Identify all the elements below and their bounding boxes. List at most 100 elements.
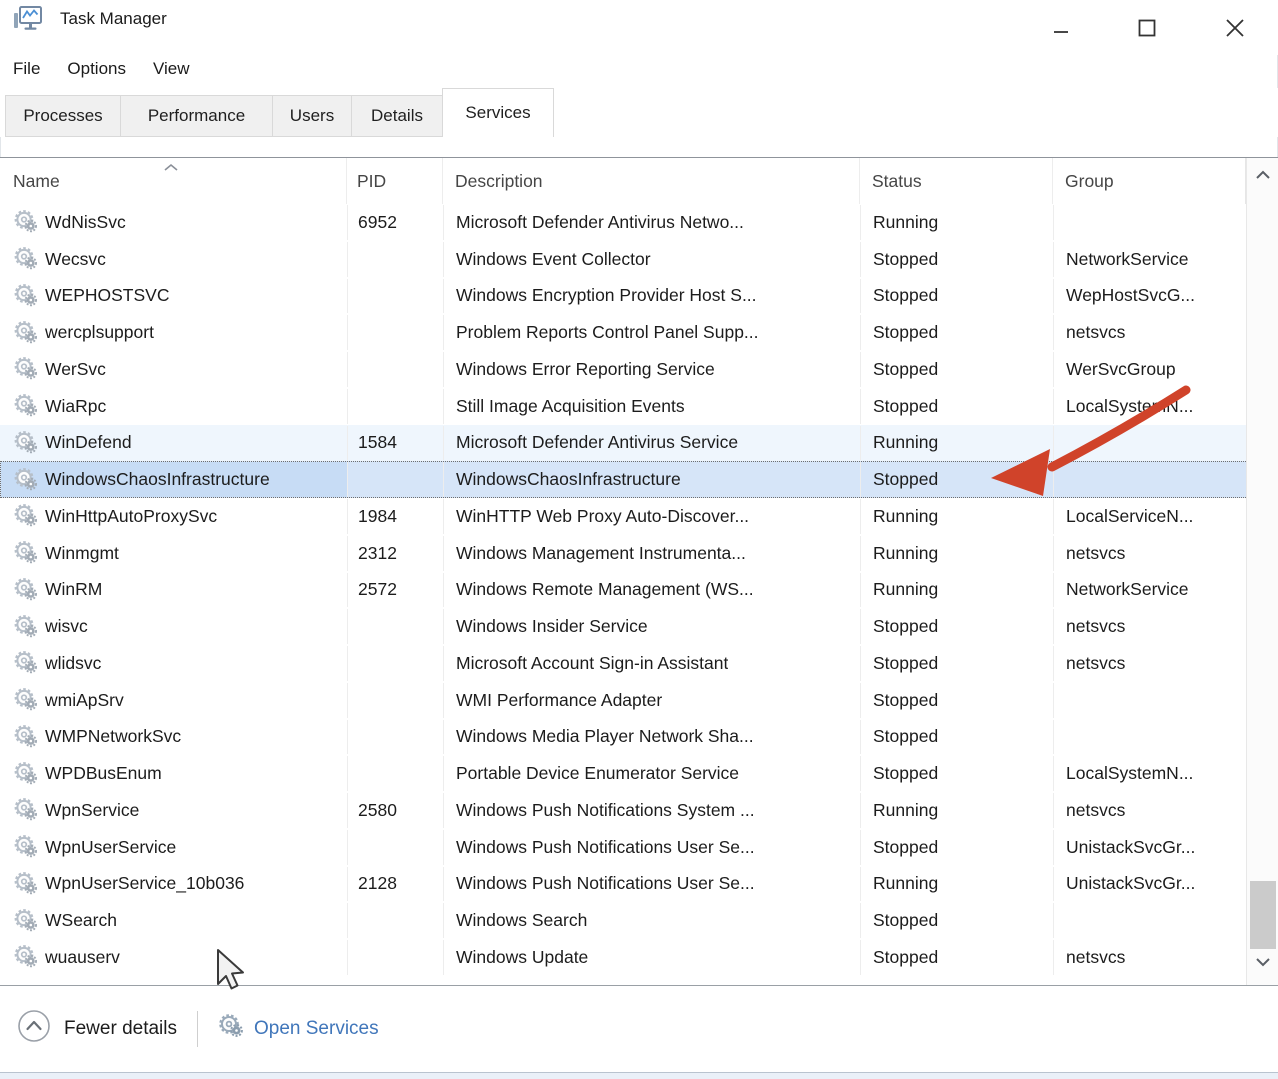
table-row[interactable]: wlidsvc Microsoft Account Sign-in Assist… [0, 645, 1278, 682]
service-name: WerSvc [45, 359, 106, 380]
service-description: WindowsChaosInfrastructure [456, 469, 681, 490]
close-icon [1223, 16, 1247, 40]
scroll-down-icon[interactable] [1253, 955, 1273, 973]
service-description: Windows Event Collector [456, 249, 651, 270]
tab-performance[interactable]: Performance [120, 95, 273, 137]
scroll-up-icon[interactable] [1253, 168, 1273, 186]
service-group: LocalSystemN... [1066, 396, 1193, 417]
menu-item-view[interactable]: View [153, 59, 190, 79]
tab-details[interactable]: Details [351, 95, 443, 137]
close-button[interactable] [1212, 8, 1258, 48]
service-group: NetworkService [1066, 579, 1189, 600]
table-row[interactable]: wercplsupport Problem Reports Control Pa… [0, 314, 1278, 351]
service-name: WindowsChaosInfrastructure [45, 469, 270, 490]
service-status: Running [873, 506, 938, 527]
service-status: Stopped [873, 249, 938, 270]
column-header-status[interactable]: Status [860, 158, 1053, 204]
table-row[interactable]: WSearch Windows Search Stopped [0, 902, 1278, 939]
service-description: Microsoft Defender Antivirus Service [456, 432, 738, 453]
service-name: Winmgmt [45, 543, 119, 564]
service-pid: 2128 [358, 873, 397, 894]
service-status: Stopped [873, 616, 938, 637]
service-gear-icon [14, 798, 38, 822]
maximize-icon [1136, 17, 1158, 39]
table-row[interactable]: WMPNetworkSvc Windows Media Player Netwo… [0, 719, 1278, 756]
service-status: Stopped [873, 653, 938, 674]
table-row[interactable]: WinDefend 1584 Microsoft Defender Antivi… [0, 425, 1278, 462]
service-group: netsvcs [1066, 800, 1125, 821]
service-name: wuauserv [45, 947, 120, 968]
tab-users[interactable]: Users [272, 95, 352, 137]
service-gear-icon [14, 835, 38, 859]
column-header-description[interactable]: Description [443, 158, 860, 204]
tab-processes[interactable]: Processes [5, 95, 121, 137]
menu-item-file[interactable]: File [13, 59, 40, 79]
service-status: Stopped [873, 726, 938, 747]
service-description: Windows Error Reporting Service [456, 359, 715, 380]
service-gear-icon [14, 504, 38, 528]
service-gear-icon [14, 210, 38, 234]
service-description: WinHTTP Web Proxy Auto-Discover... [456, 506, 749, 527]
table-row[interactable]: wisvc Windows Insider Service Stopped ne… [0, 608, 1278, 645]
service-gear-icon [14, 468, 38, 492]
column-header-group[interactable]: Group [1053, 158, 1246, 204]
table-row[interactable]: WEPHOSTSVC Windows Encryption Provider H… [0, 278, 1278, 315]
open-services-gear-icon [218, 1013, 244, 1045]
menu-item-options[interactable]: Options [67, 59, 126, 79]
table-row[interactable]: WPDBusEnum Portable Device Enumerator Se… [0, 755, 1278, 792]
minimize-icon [1050, 17, 1072, 39]
maximize-button[interactable] [1124, 8, 1170, 48]
service-name: WSearch [45, 910, 117, 931]
minimize-button[interactable] [1038, 8, 1084, 48]
service-status: Stopped [873, 469, 938, 490]
service-gear-icon [14, 909, 38, 933]
service-name: WdNisSvc [45, 212, 126, 233]
service-description: Still Image Acquisition Events [456, 396, 685, 417]
table-row[interactable]: WinHttpAutoProxySvc 1984 WinHTTP Web Pro… [0, 498, 1278, 535]
table-row[interactable]: WindowsChaosInfrastructure WindowsChaosI… [0, 461, 1278, 498]
table-row[interactable]: WinRM 2572 Windows Remote Management (WS… [0, 572, 1278, 609]
service-description: Microsoft Defender Antivirus Netwo... [456, 212, 744, 233]
service-description: Windows Update [456, 947, 588, 968]
tab-services[interactable]: Services [442, 88, 554, 137]
service-status: Running [873, 800, 938, 821]
fewer-details-icon [17, 1009, 51, 1049]
service-group: UnistackSvcGr... [1066, 837, 1195, 858]
window-bottom-edge [0, 1072, 1278, 1079]
sort-ascending-icon [163, 159, 179, 177]
open-services-link[interactable]: Open Services [218, 1013, 379, 1045]
service-pid: 2580 [358, 800, 397, 821]
title-bar: Task Manager [0, 0, 1278, 55]
service-gear-icon [14, 615, 38, 639]
service-status: Running [873, 432, 938, 453]
table-row[interactable]: WpnUserService Windows Push Notification… [0, 829, 1278, 866]
service-group: UnistackSvcGr... [1066, 873, 1195, 894]
menu-bar: File Options View [0, 50, 190, 88]
table-row[interactable]: wmiApSrv WMI Performance Adapter Stopped [0, 682, 1278, 719]
service-name: WpnUserService_10b036 [45, 873, 244, 894]
service-name: WiaRpc [45, 396, 106, 417]
service-name: WinHttpAutoProxySvc [45, 506, 217, 527]
column-header-pid[interactable]: PID [347, 158, 443, 204]
service-description: Windows Media Player Network Sha... [456, 726, 754, 747]
service-description: WMI Performance Adapter [456, 690, 662, 711]
table-row[interactable]: WiaRpc Still Image Acquisition Events St… [0, 388, 1278, 425]
service-name: wmiApSrv [45, 690, 124, 711]
table-row[interactable]: WpnService 2580 Windows Push Notificatio… [0, 792, 1278, 829]
scrollbar-thumb[interactable] [1250, 881, 1276, 949]
fewer-details-button[interactable]: Fewer details [17, 1009, 177, 1049]
service-gear-icon [14, 357, 38, 381]
table-row[interactable]: WerSvc Windows Error Reporting Service S… [0, 351, 1278, 388]
table-row[interactable]: WdNisSvc 6952 Microsoft Defender Antivir… [0, 204, 1278, 241]
service-status: Stopped [873, 285, 938, 306]
table-row[interactable]: Winmgmt 2312 Windows Management Instrume… [0, 535, 1278, 572]
vertical-scrollbar[interactable] [1246, 158, 1278, 985]
table-row[interactable]: WpnUserService_10b036 2128 Windows Push … [0, 866, 1278, 903]
table-row[interactable]: Wecsvc Windows Event Collector Stopped N… [0, 241, 1278, 278]
table-row[interactable]: wuauserv Windows Update Stopped netsvcs [0, 939, 1278, 976]
service-name: wisvc [45, 616, 88, 637]
service-name: WinDefend [45, 432, 132, 453]
tab-bar: ProcessesPerformanceUsersDetailsServices [0, 88, 1278, 137]
service-group: WepHostSvcG... [1066, 285, 1195, 306]
service-name: WMPNetworkSvc [45, 726, 181, 747]
